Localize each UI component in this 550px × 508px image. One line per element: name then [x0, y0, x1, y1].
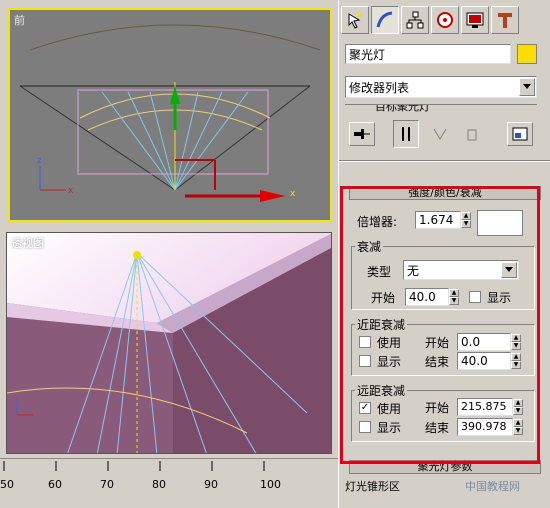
perspective-viewport-scene	[7, 233, 331, 453]
light-cone-group-title: 灯光锥形区	[345, 480, 400, 493]
modifier-list-label: 修改器列表	[349, 81, 410, 95]
ruler-tick-label: 80	[152, 478, 166, 491]
viewport-label-perspective[interactable]: 透视图	[11, 235, 44, 251]
rollout-divider	[339, 160, 550, 162]
chevron-down-icon[interactable]	[519, 78, 535, 96]
create-tab-icon[interactable]	[341, 6, 369, 34]
hierarchy-tab-icon[interactable]	[401, 6, 429, 34]
command-panel-tabs	[339, 6, 550, 36]
motion-tab-icon[interactable]	[431, 6, 459, 34]
watermark-text: 中国教程网	[465, 480, 520, 493]
stack-toolbar	[345, 118, 537, 152]
object-color-swatch[interactable]	[517, 44, 537, 64]
make-unique-icon[interactable]	[427, 122, 453, 146]
perspective-viewport[interactable]: 透视图	[6, 232, 332, 454]
stack-item-target-spot[interactable]: 目标聚光灯	[375, 105, 430, 112]
svg-text:z: z	[37, 156, 42, 166]
configure-modifier-sets-icon[interactable]	[507, 122, 533, 146]
top-viewport-scene: x z x	[19, 24, 321, 202]
modify-tab-icon[interactable]	[371, 6, 399, 34]
ruler-tick-label: 100	[260, 478, 281, 491]
show-end-result-icon[interactable]	[393, 120, 419, 148]
ruler-tick-label: 90	[204, 478, 218, 491]
highlight-box	[340, 186, 540, 464]
top-viewport[interactable]: 前 x z x	[8, 8, 332, 222]
svg-text:x: x	[290, 189, 296, 199]
object-name-field[interactable]: 聚光灯	[345, 44, 511, 64]
pin-stack-icon[interactable]	[349, 122, 375, 146]
display-tab-icon[interactable]	[461, 6, 489, 34]
ruler-tick-label: 70	[100, 478, 114, 491]
svg-text:x: x	[68, 186, 74, 196]
ruler-tick-label: 50	[0, 478, 14, 491]
modifier-stack[interactable]: 目标聚光灯	[345, 104, 537, 112]
remove-modifier-icon[interactable]	[459, 122, 485, 146]
utilities-tab-icon[interactable]	[491, 6, 519, 34]
modifier-list-dropdown[interactable]: 修改器列表	[345, 76, 537, 98]
object-color-fill	[518, 45, 536, 63]
ruler-tick-label: 60	[48, 478, 62, 491]
